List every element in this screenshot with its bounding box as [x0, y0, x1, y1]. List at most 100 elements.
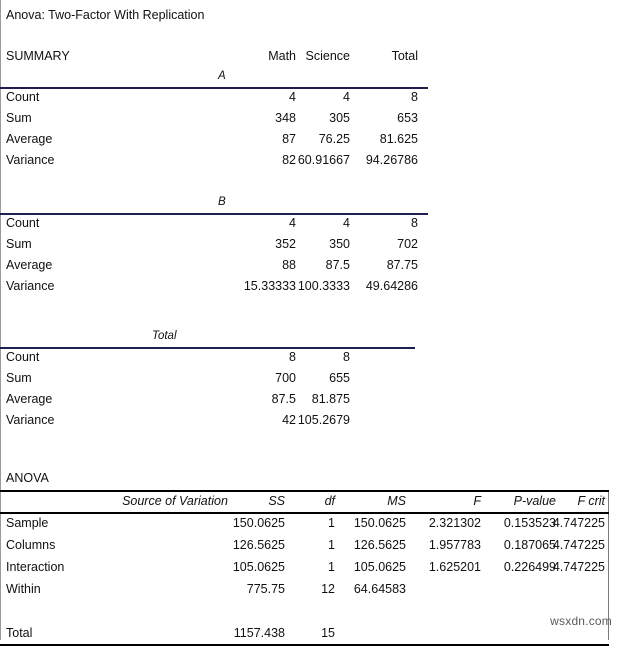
group-name-b: B: [218, 196, 226, 208]
summary-group-label-b: B: [0, 193, 428, 213]
summary-label: SUMMARY: [6, 49, 70, 63]
summary-col-science: Science: [305, 49, 350, 63]
cell-b-sum-math: 352: [275, 237, 296, 251]
anova-row-source-within: Within: [6, 582, 41, 596]
summary-col-math: Math: [268, 49, 296, 63]
cell-within-ss: 775.75: [246, 582, 285, 596]
anova-col-df: df: [324, 494, 335, 508]
anova-row-source-sample: Sample: [6, 516, 49, 530]
cell-b-variance-math: 15.33333: [243, 279, 296, 293]
row-label-variance: Variance: [6, 279, 55, 293]
cell-b-average-total: 87.75: [386, 258, 418, 272]
cell-total-count-math: 8: [289, 350, 296, 364]
cell-b-count-math: 4: [289, 216, 296, 230]
cell-b-count-total: 8: [411, 216, 418, 230]
page-title: Anova: Two-Factor With Replication: [6, 8, 205, 22]
summary-group-label-a: A: [0, 67, 428, 87]
cell-a-sum-math: 348: [275, 111, 296, 125]
row-label-sum: Sum: [6, 237, 32, 251]
cell-total-df: 15: [321, 626, 335, 640]
row-label-average: Average: [6, 392, 53, 406]
cell-total-sum-science: 655: [329, 371, 350, 385]
cell-total-average-science: 81.875: [311, 392, 350, 406]
cell-columns-ms: 126.5625: [353, 538, 406, 552]
cell-sample-pvalue: 0.153523: [503, 516, 556, 530]
cell-total-sum-math: 700: [275, 371, 296, 385]
cell-columns-f: 1.957783: [428, 538, 481, 552]
cell-b-average-math: 88: [282, 258, 296, 272]
row-label-count: Count: [6, 350, 40, 364]
row-label-average: Average: [6, 132, 53, 146]
row-label-variance: Variance: [6, 153, 55, 167]
cell-total-count-science: 8: [343, 350, 350, 364]
anova-row-source-columns: Columns: [6, 538, 56, 552]
cell-interaction-ms: 105.0625: [353, 560, 406, 574]
anova-section-label-row: ANOVA: [0, 468, 609, 490]
cell-interaction-pvalue: 0.226499: [503, 560, 556, 574]
cell-b-variance-total: 49.64286: [365, 279, 418, 293]
table-row: Variance 15.33333 100.3333 49.64286: [0, 276, 428, 297]
anova-table: ANOVA Source of Variation SS df MS F P-v…: [0, 468, 609, 646]
cell-columns-ss: 126.5625: [232, 538, 285, 552]
summary-group-label-total: Total: [0, 327, 428, 347]
cell-interaction-f: 1.625201: [428, 560, 481, 574]
cell-interaction-ss: 105.0625: [232, 560, 285, 574]
anova-col-source: Source of Variation: [122, 494, 228, 508]
row-label-variance: Variance: [6, 413, 55, 427]
anova-col-ss: SS: [268, 494, 285, 508]
cell-a-average-total: 81.625: [379, 132, 418, 146]
row-label-sum: Sum: [6, 111, 32, 125]
anova-header-row: Source of Variation SS df MS F P-value F…: [0, 490, 609, 512]
summary-col-total: Total: [391, 49, 418, 63]
cell-a-count-math: 4: [289, 90, 296, 104]
group-name-a: A: [218, 70, 226, 82]
cell-b-average-science: 87.5: [325, 258, 350, 272]
cell-a-count-total: 8: [411, 90, 418, 104]
cell-within-ms: 64.64583: [353, 582, 406, 596]
cell-interaction-df: 1: [328, 560, 335, 574]
cell-columns-df: 1: [328, 538, 335, 552]
cell-a-sum-science: 305: [329, 111, 350, 125]
table-row: Variance 42 105.2679: [0, 410, 428, 431]
summary-table: SUMMARY Math Science Total A Count 4 4 8…: [0, 46, 428, 431]
anova-blank-row: [0, 600, 609, 622]
cell-total-average-math: 87.5: [271, 392, 296, 406]
cell-sample-ss: 150.0625: [232, 516, 285, 530]
anova-col-ms: MS: [387, 494, 406, 508]
row-label-count: Count: [6, 90, 40, 104]
table-row: Count 4 4 8: [0, 213, 428, 234]
table-row: Count 4 4 8: [0, 87, 428, 108]
group-name-total: Total: [152, 330, 177, 342]
watermark: wsxdn.com: [550, 614, 612, 628]
cell-within-df: 12: [321, 582, 335, 596]
cell-b-variance-science: 100.3333: [297, 279, 350, 293]
row-label-sum: Sum: [6, 371, 32, 385]
anova-col-pvalue: P-value: [513, 494, 556, 508]
cell-interaction-fcrit: 4.747225: [552, 560, 605, 574]
table-row: Columns 126.5625 1 126.5625 1.957783 0.1…: [0, 534, 609, 556]
cell-a-sum-total: 653: [397, 111, 418, 125]
cell-total-variance-science: 105.2679: [297, 413, 350, 427]
anova-output-sheet: Anova: Two-Factor With Replication SUMMA…: [0, 0, 620, 646]
cell-columns-pvalue: 0.187065: [503, 538, 556, 552]
table-row: Sample 150.0625 1 150.0625 2.321302 0.15…: [0, 512, 609, 534]
table-row: Sum 700 655: [0, 368, 428, 389]
cell-total-ss: 1157.438: [233, 626, 285, 640]
table-row: Count 8 8: [0, 347, 428, 368]
anova-row-source-total: Total: [6, 626, 33, 640]
cell-sample-ms: 150.0625: [353, 516, 406, 530]
table-row: Total 1157.438 15: [0, 622, 609, 644]
cell-b-sum-total: 702: [397, 237, 418, 251]
cell-sample-fcrit: 4.747225: [552, 516, 605, 530]
cell-a-variance-math: 82: [282, 153, 296, 167]
cell-b-sum-science: 350: [329, 237, 350, 251]
cell-sample-df: 1: [328, 516, 335, 530]
cell-columns-fcrit: 4.747225: [552, 538, 605, 552]
summary-header-row: SUMMARY Math Science Total: [0, 46, 428, 67]
table-row: Interaction 105.0625 1 105.0625 1.625201…: [0, 556, 609, 578]
anova-row-source-interaction: Interaction: [6, 560, 65, 574]
table-row: Within 775.75 12 64.64583: [0, 578, 609, 600]
cell-a-variance-total: 94.26786: [365, 153, 418, 167]
